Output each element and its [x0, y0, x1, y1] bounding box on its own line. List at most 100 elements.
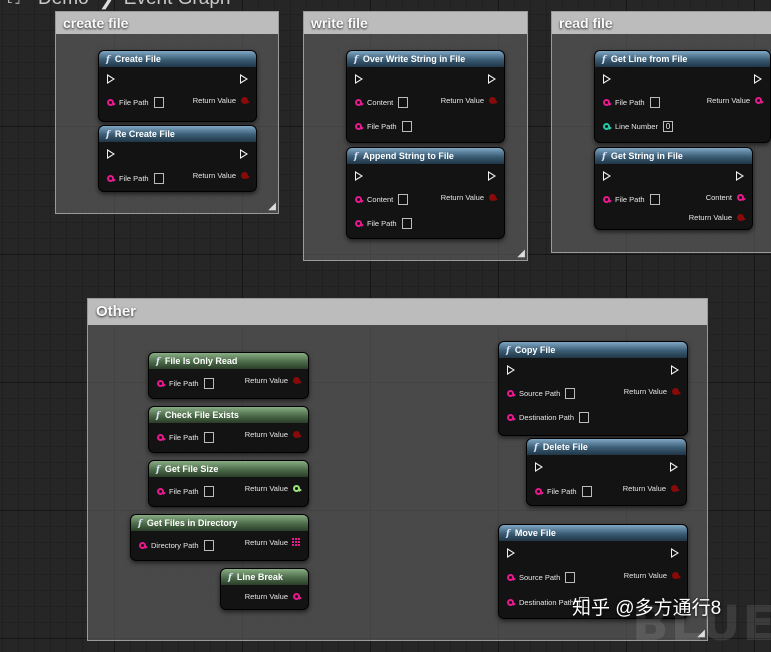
file-path-input[interactable]: [649, 96, 660, 108]
file-path-input[interactable]: [153, 172, 164, 184]
exec-in-pin[interactable]: [355, 171, 363, 181]
bool-pin-icon[interactable]: [293, 430, 302, 438]
string-pin-icon[interactable]: [157, 379, 166, 387]
exec-in-pin[interactable]: [603, 171, 611, 181]
exec-out-pin[interactable]: [736, 171, 744, 181]
bool-pin-icon[interactable]: [489, 96, 498, 104]
file-path-input[interactable]: [203, 431, 214, 443]
node-check-file-exists[interactable]: f Check File Exists File Path Return Valu…: [148, 406, 309, 453]
exec-out-pin[interactable]: [754, 74, 762, 84]
exec-in-pin[interactable]: [107, 74, 115, 84]
string-pin-icon[interactable]: [535, 487, 544, 495]
file-path-input[interactable]: [203, 485, 214, 497]
node-file-is-only-read[interactable]: f File Is Only Read File Path Return Valu…: [148, 352, 309, 399]
string-pin-icon[interactable]: [507, 389, 516, 397]
array-pin-icon[interactable]: [292, 538, 300, 546]
node-header[interactable]: f Line Break: [221, 569, 308, 585]
node-header[interactable]: f Re Create File: [99, 126, 256, 142]
string-pin-icon[interactable]: [603, 98, 612, 106]
string-pin-icon[interactable]: [355, 98, 364, 106]
int64-pin-icon[interactable]: [293, 484, 302, 492]
exec-in-pin[interactable]: [603, 74, 611, 84]
string-pin-icon[interactable]: [107, 98, 116, 106]
string-pin-icon[interactable]: [139, 541, 148, 549]
string-pin-icon[interactable]: [355, 219, 364, 227]
exec-in-pin[interactable]: [507, 548, 515, 558]
node-over-write-string[interactable]: f Over Write String in File Content Retur…: [346, 50, 505, 143]
node-re-create-file[interactable]: f Re Create File File Path Return Value: [98, 125, 257, 192]
string-pin-icon[interactable]: [157, 433, 166, 441]
resize-handle-icon[interactable]: ◢: [268, 202, 276, 212]
resize-handle-icon[interactable]: ◢: [517, 249, 525, 259]
comment-title[interactable]: create file: [56, 12, 278, 34]
string-pin-icon[interactable]: [107, 174, 116, 182]
content-input[interactable]: [398, 96, 409, 108]
node-create-file[interactable]: f Create File File Path Return Value: [98, 50, 257, 122]
breadcrumb-root[interactable]: Demo: [38, 0, 89, 10]
file-path-input[interactable]: [649, 193, 660, 205]
string-pin-icon[interactable]: [157, 487, 166, 495]
source-path-input[interactable]: [565, 571, 576, 583]
content-input[interactable]: [398, 193, 409, 205]
node-header[interactable]: f File Is Only Read: [149, 353, 308, 369]
node-header[interactable]: f Check File Exists: [149, 407, 308, 423]
string-pin-icon[interactable]: [355, 122, 364, 130]
bool-pin-icon[interactable]: [293, 376, 302, 384]
exec-in-pin[interactable]: [355, 74, 363, 84]
comment-title[interactable]: write file: [304, 12, 527, 34]
directory-path-input[interactable]: [203, 539, 214, 551]
destination-path-input[interactable]: [579, 411, 590, 423]
bool-pin-icon[interactable]: [672, 387, 681, 395]
bool-pin-icon[interactable]: [671, 484, 680, 492]
node-append-string[interactable]: f Append String to File Content Return Va…: [346, 147, 505, 239]
string-out-pin-icon[interactable]: [293, 592, 302, 600]
exec-in-pin[interactable]: [507, 365, 515, 375]
exec-in-pin[interactable]: [107, 149, 115, 159]
exec-out-pin[interactable]: [240, 149, 248, 159]
line-number-input[interactable]: 0: [662, 120, 673, 132]
node-delete-file[interactable]: f Delete File File Path Return Value: [526, 438, 687, 506]
node-header[interactable]: f Get File Size: [149, 461, 308, 477]
exec-out-pin[interactable]: [240, 74, 248, 84]
exec-in-pin[interactable]: [535, 462, 543, 472]
file-path-input[interactable]: [401, 120, 412, 132]
file-path-input[interactable]: [401, 217, 412, 229]
node-copy-file[interactable]: f Copy File Source Path Return Value Dest…: [498, 341, 688, 436]
string-pin-icon[interactable]: [355, 195, 364, 203]
bool-pin-icon[interactable]: [737, 213, 746, 221]
file-path-input[interactable]: [581, 485, 592, 497]
bool-pin-icon[interactable]: [241, 171, 250, 179]
exec-out-pin[interactable]: [671, 365, 679, 375]
node-header[interactable]: f Get Line from File: [595, 51, 770, 67]
bool-pin-icon[interactable]: [672, 571, 681, 579]
node-header[interactable]: f Append String to File: [347, 148, 504, 164]
string-out-pin-icon[interactable]: [755, 96, 764, 104]
node-get-string-in-file[interactable]: f Get String in File File Path Content Re…: [594, 147, 753, 230]
node-get-file-size[interactable]: f Get File Size File Path Return Value: [148, 460, 309, 507]
exec-out-pin[interactable]: [671, 548, 679, 558]
file-path-input[interactable]: [153, 96, 164, 108]
node-header[interactable]: f Move File: [499, 525, 687, 541]
bool-pin-icon[interactable]: [489, 193, 498, 201]
comment-title[interactable]: read file: [552, 12, 771, 34]
exec-out-pin[interactable]: [488, 74, 496, 84]
file-path-input[interactable]: [203, 377, 214, 389]
string-pin-icon[interactable]: [507, 573, 516, 581]
string-pin-icon[interactable]: [507, 598, 516, 606]
string-pin-icon[interactable]: [603, 195, 612, 203]
node-header[interactable]: f Over Write String in File: [347, 51, 504, 67]
source-path-input[interactable]: [565, 387, 576, 399]
string-out-pin-icon[interactable]: [737, 193, 746, 201]
string-pin-icon[interactable]: [507, 413, 516, 421]
exec-out-pin[interactable]: [488, 171, 496, 181]
int-pin-icon[interactable]: [603, 122, 612, 130]
node-get-line-from-file[interactable]: f Get Line from File File Path Return Val…: [594, 50, 771, 143]
node-header[interactable]: f Get String in File: [595, 148, 752, 164]
node-header[interactable]: f Copy File: [499, 342, 687, 358]
node-header[interactable]: f Get Files in Directory: [131, 515, 308, 531]
node-line-break[interactable]: f Line Break Return Value: [220, 568, 309, 610]
node-header[interactable]: f Create File: [99, 51, 256, 67]
comment-title[interactable]: Other: [88, 299, 707, 325]
bool-pin-icon[interactable]: [241, 96, 250, 104]
exec-out-pin[interactable]: [670, 462, 678, 472]
